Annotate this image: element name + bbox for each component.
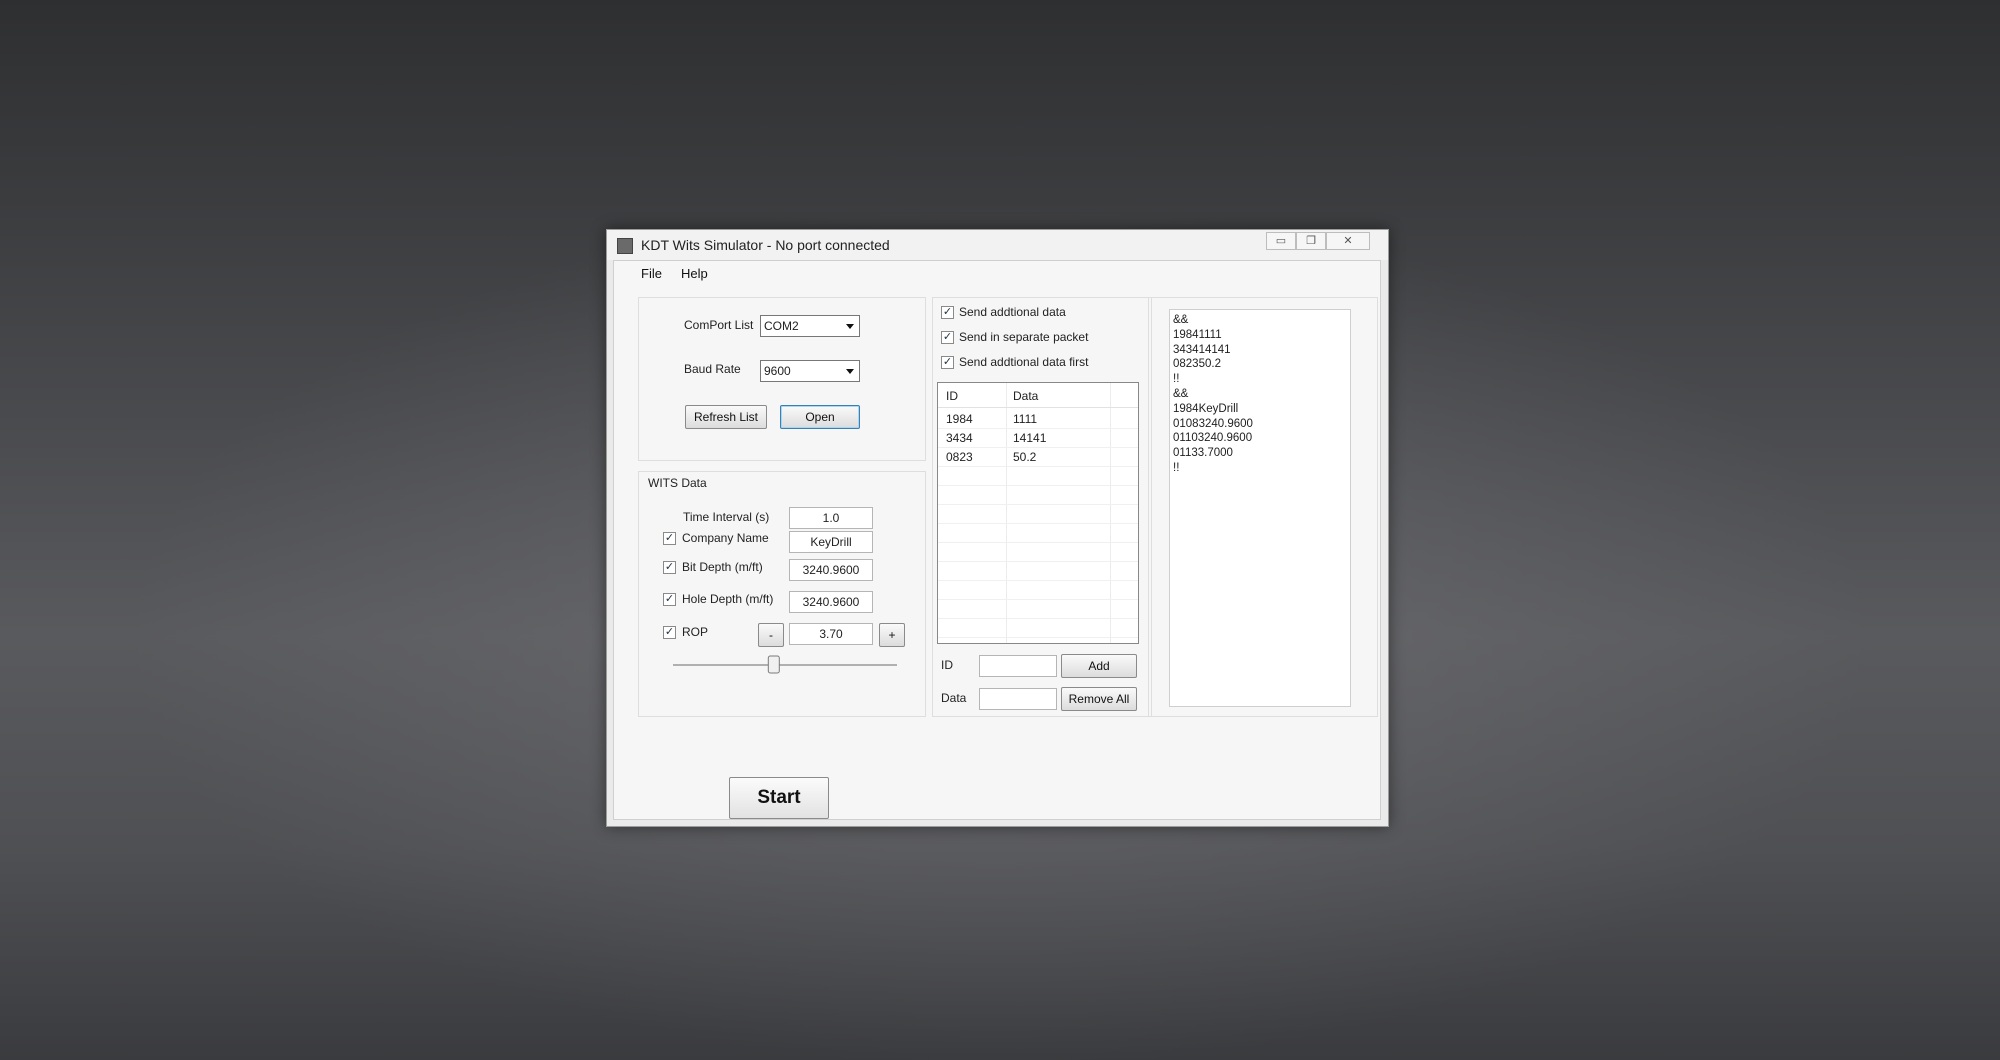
output-line: 01083240.9600 [1173, 417, 1253, 430]
bit-depth-input[interactable]: 3240.9600 [789, 559, 873, 581]
rop-increase-button[interactable]: + [879, 623, 905, 647]
time-interval-input[interactable]: 1.0 [789, 507, 873, 529]
bit-depth-label: Bit Depth (m/ft) [682, 560, 763, 574]
output-panel: && 19841111 343414141 082350.2 !! && 198… [1148, 297, 1378, 717]
maximize-button[interactable]: ❐ [1296, 232, 1326, 250]
menu-file[interactable]: File [641, 266, 662, 281]
output-line: 01133.7000 [1173, 447, 1233, 460]
table-row [938, 523, 1138, 543]
company-name-label: Company Name [682, 531, 769, 545]
minimize-button[interactable]: ▭ [1266, 232, 1296, 250]
client-area: File Help ComPort List COM2 Baud Rate 96… [613, 260, 1381, 820]
restore-icon: ❐ [1306, 235, 1316, 247]
table-row [938, 466, 1138, 486]
row-id: 3434 [946, 431, 973, 445]
additional-data-panel: ✓ Send addtional data ✓ Send in separate… [932, 297, 1152, 717]
rop-label: ROP [682, 625, 709, 639]
company-name-checkbox[interactable]: ✓ [663, 532, 676, 545]
menu-bar: File Help [614, 261, 1380, 285]
rop-slider[interactable] [669, 654, 901, 678]
chevron-down-icon [846, 324, 854, 329]
comport-select[interactable]: COM2 [760, 315, 860, 337]
wits-data-title: WITS Data [648, 476, 707, 490]
row-id: 1984 [946, 412, 973, 426]
row-data: 14141 [1013, 431, 1047, 445]
output-line: && [1173, 314, 1189, 326]
company-name-input[interactable]: KeyDrill [789, 531, 873, 553]
send-separate-checkbox[interactable]: ✓ [941, 331, 954, 344]
baud-rate-label: Baud Rate [684, 362, 741, 376]
rop-checkbox[interactable]: ✓ [663, 626, 676, 639]
table-row [938, 618, 1138, 638]
output-line: 343414141 [1173, 343, 1231, 356]
chevron-down-icon [846, 369, 854, 374]
title-bar[interactable]: KDT Wits Simulator - No port connected ▭… [607, 230, 1388, 260]
time-interval-label: Time Interval (s) [683, 510, 770, 524]
comport-label: ComPort List [684, 318, 754, 332]
output-line: !! [1173, 373, 1180, 386]
table-row [938, 599, 1138, 619]
row-data: 1111 [1013, 412, 1038, 426]
send-separate-label: Send in separate packet [959, 330, 1089, 344]
start-button[interactable]: Start [729, 777, 829, 819]
output-line: !! [1173, 461, 1180, 474]
refresh-list-button[interactable]: Refresh List [685, 405, 767, 429]
row-id: 0823 [946, 450, 973, 464]
connection-panel: ComPort List COM2 Baud Rate 9600 Refresh… [638, 297, 926, 461]
table-row [938, 542, 1138, 562]
table-row[interactable]: 0823 50.2 [938, 447, 1138, 467]
add-button[interactable]: Add [1061, 654, 1137, 678]
table-row [938, 504, 1138, 524]
column-header-id[interactable]: ID [946, 389, 958, 403]
table-row [938, 561, 1138, 581]
hole-depth-label: Hole Depth (m/ft) [682, 592, 774, 606]
hole-depth-input[interactable]: 3240.9600 [789, 591, 873, 613]
list-header: ID Data [938, 383, 1138, 408]
output-line: && [1173, 387, 1189, 400]
table-row [938, 485, 1138, 505]
new-data-label: Data [941, 691, 967, 705]
column-header-data[interactable]: Data [1013, 389, 1038, 403]
table-row[interactable]: 3434 14141 [938, 428, 1138, 448]
menu-help[interactable]: Help [681, 266, 708, 281]
app-icon [617, 238, 633, 254]
baud-rate-select[interactable]: 9600 [760, 360, 860, 382]
close-icon: ✕ [1343, 235, 1353, 247]
window-title: KDT Wits Simulator - No port connected [641, 237, 890, 253]
send-additional-checkbox[interactable]: ✓ [941, 306, 954, 319]
additional-data-list[interactable]: ID Data 1984 1111 3434 14141 0823 50.2 [937, 382, 1139, 644]
rop-input[interactable]: 3.70 [789, 623, 873, 645]
wits-data-panel: WITS Data Time Interval (s) 1.0 ✓ Compan… [638, 471, 926, 717]
rop-decrease-button[interactable]: - [758, 623, 784, 647]
output-line: 19841111 [1173, 328, 1222, 341]
bit-depth-checkbox[interactable]: ✓ [663, 561, 676, 574]
new-data-input[interactable] [979, 688, 1057, 710]
new-id-label: ID [941, 658, 953, 672]
send-first-checkbox[interactable]: ✓ [941, 356, 954, 369]
send-additional-label: Send addtional data [959, 305, 1066, 319]
new-id-input[interactable] [979, 655, 1057, 677]
close-button[interactable]: ✕ [1326, 232, 1370, 250]
send-first-label: Send addtional data first [959, 355, 1089, 369]
row-data: 50.2 [1013, 450, 1037, 464]
comport-value: COM2 [764, 319, 799, 333]
table-row[interactable]: 1984 1111 [938, 409, 1138, 429]
open-button[interactable]: Open [780, 405, 860, 429]
baud-rate-value: 9600 [764, 364, 791, 378]
output-line: 1984KeyDrill [1173, 402, 1239, 415]
minimize-icon: ▭ [1275, 235, 1287, 247]
output-textbox[interactable]: && 19841111 343414141 082350.2 !! && 198… [1169, 309, 1351, 707]
remove-all-button[interactable]: Remove All [1061, 687, 1137, 711]
rop-slider-thumb[interactable] [767, 655, 780, 674]
output-line: 082350.2 [1173, 358, 1221, 371]
app-window: KDT Wits Simulator - No port connected ▭… [606, 229, 1389, 827]
table-row [938, 580, 1138, 600]
hole-depth-checkbox[interactable]: ✓ [663, 593, 676, 606]
output-line: 01103240.9600 [1173, 432, 1253, 445]
